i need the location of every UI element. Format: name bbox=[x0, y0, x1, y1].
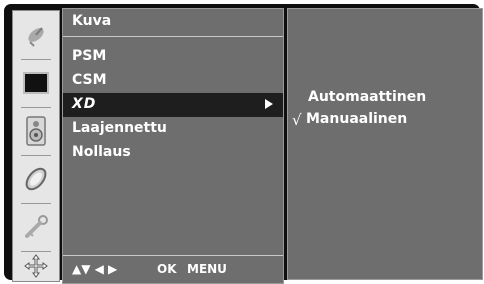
menu-item-label: XD bbox=[72, 96, 97, 112]
tv-osd-menu: Kuva PSM CSM XD Laajennettu Nollaus ▲▼ ◀… bbox=[4, 4, 483, 284]
clock-icon[interactable] bbox=[13, 157, 59, 201]
menu-item-label: Laajennettu bbox=[72, 120, 167, 136]
menu-item-csm[interactable]: CSM bbox=[63, 69, 283, 93]
menu-item-psm[interactable]: PSM bbox=[63, 45, 283, 69]
key-icon[interactable] bbox=[13, 205, 59, 249]
menu-item-label: Nollaus bbox=[72, 144, 131, 160]
menu-item-label: CSM bbox=[72, 72, 107, 88]
menu-title-bar: Kuva bbox=[63, 9, 283, 37]
menu-item-nollaus[interactable]: Nollaus bbox=[63, 141, 283, 165]
menu-item-label: PSM bbox=[72, 48, 107, 64]
picture-menu-panel: Kuva PSM CSM XD Laajennettu Nollaus ▲▼ ◀… bbox=[62, 8, 284, 284]
menu-title: Kuva bbox=[72, 13, 112, 29]
ok-hint: OK bbox=[157, 262, 177, 276]
submenu-arrow-icon bbox=[265, 99, 273, 109]
menu-hint: MENU bbox=[187, 262, 227, 276]
nav-arrows-icon: ▲▼ ◀ ▶ bbox=[72, 262, 118, 276]
category-icon-column bbox=[12, 10, 60, 282]
option-manuaalinen[interactable]: Manuaalinen bbox=[306, 111, 407, 127]
speaker-icon[interactable] bbox=[13, 109, 59, 153]
option-automaattinen[interactable]: Automaattinen bbox=[308, 89, 426, 105]
navigation-hint-bar: ▲▼ ◀ ▶ OK MENU bbox=[63, 255, 283, 283]
xd-submenu-panel: Automaattinen √ Manuaalinen bbox=[287, 8, 483, 280]
screen-icon[interactable] bbox=[13, 61, 59, 105]
menu-item-xd[interactable]: XD bbox=[63, 93, 283, 117]
menu-item-laajennettu[interactable]: Laajennettu bbox=[63, 117, 283, 141]
satellite-dish-icon[interactable] bbox=[13, 13, 59, 57]
option-arrows-icon[interactable] bbox=[13, 251, 59, 281]
check-mark-icon: √ bbox=[292, 111, 302, 129]
